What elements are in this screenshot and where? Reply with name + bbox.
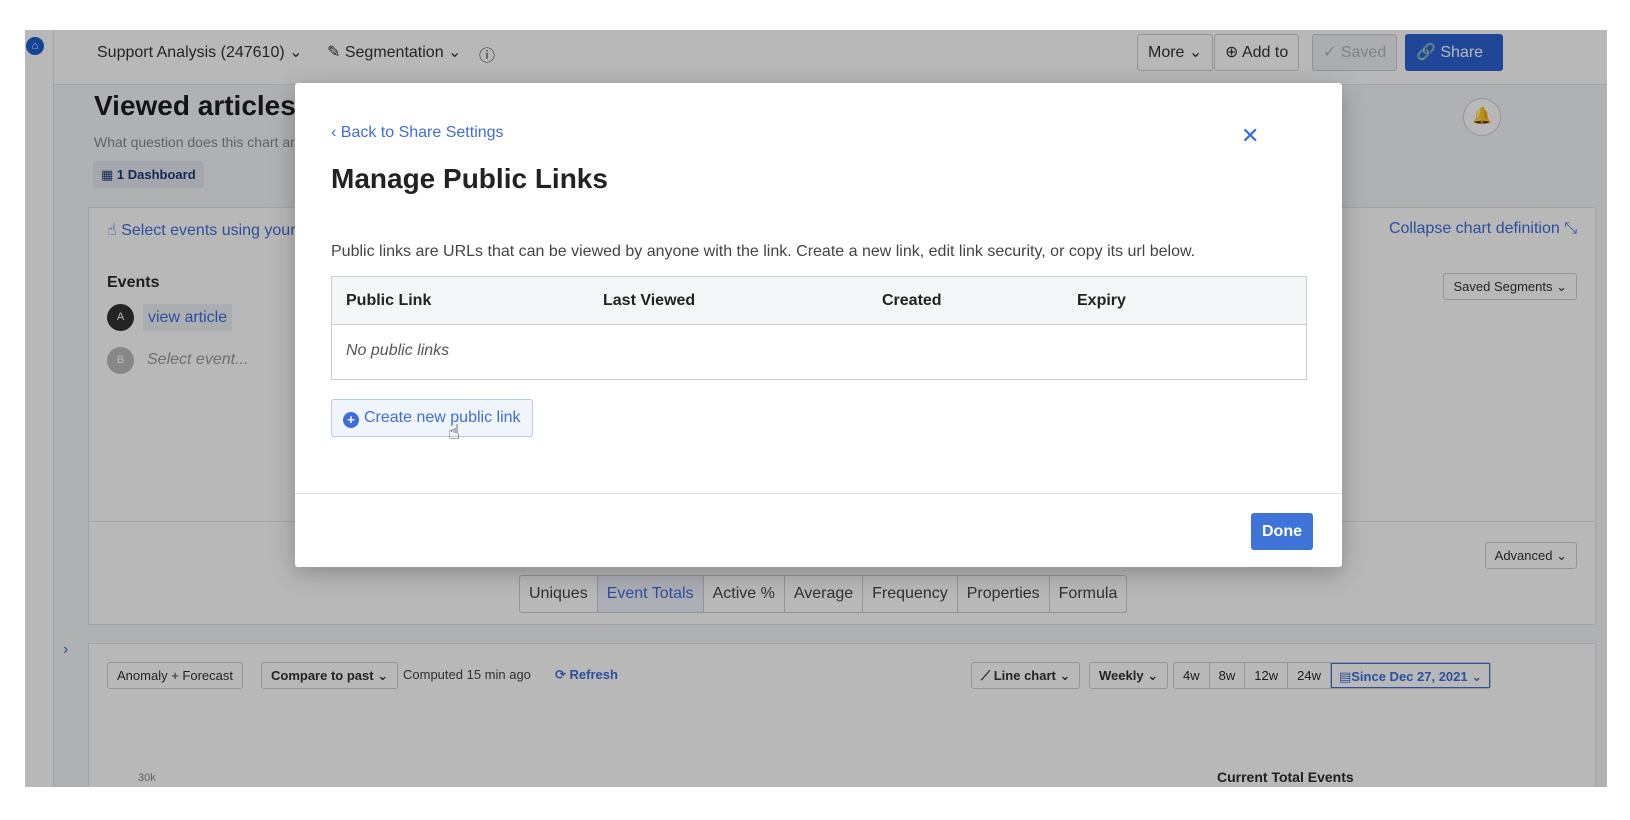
public-links-table: Public Link Last Viewed Created Expiry N…	[331, 276, 1307, 380]
column-created: Created	[882, 292, 942, 309]
column-public-link: Public Link	[346, 292, 432, 309]
modal-title: Manage Public Links	[331, 163, 608, 194]
table-header: Public Link Last Viewed Created Expiry	[332, 277, 1306, 325]
hand-cursor-icon: ☝	[448, 422, 461, 444]
close-icon[interactable]: ✕	[1241, 123, 1259, 149]
manage-public-links-modal: ‹ Back to Share Settings ✕ Manage Public…	[295, 83, 1342, 567]
modal-divider	[295, 493, 1342, 494]
back-to-share-settings-link[interactable]: ‹ Back to Share Settings	[331, 124, 504, 142]
modal-description: Public links are URLs that can be viewed…	[331, 243, 1196, 260]
table-row: No public links	[332, 325, 1306, 379]
plus-circle-icon: +	[343, 412, 359, 428]
column-expiry: Expiry	[1077, 292, 1126, 309]
chevron-left-icon: ‹	[331, 124, 337, 141]
create-public-link-button[interactable]: + Create new public link	[331, 399, 533, 437]
column-last-viewed: Last Viewed	[603, 292, 696, 309]
empty-state-text: No public links	[346, 342, 450, 359]
done-button[interactable]: Done	[1251, 513, 1313, 550]
